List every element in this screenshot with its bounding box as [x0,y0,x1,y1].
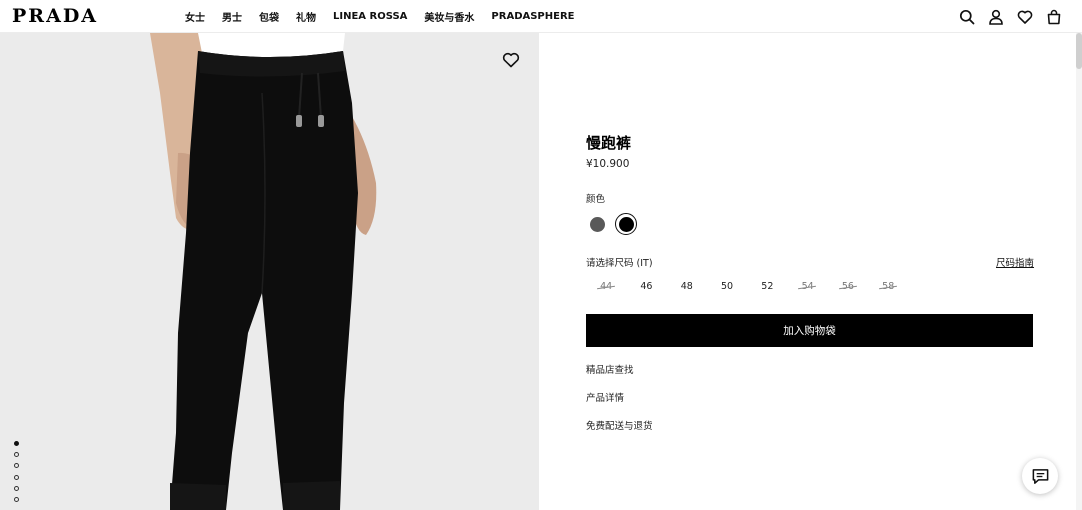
color-swatches [586,213,644,235]
size-option[interactable]: 52 [747,280,787,293]
product-price: ¥10.900 [586,158,630,170]
gallery-dot[interactable] [14,496,19,502]
nav-item-women[interactable]: 女士 [185,9,205,24]
product-image-gallery[interactable] [0,33,539,510]
gallery-dot[interactable] [14,474,19,480]
site-header: PRADA 女士 男士 包袋 礼物 LINEA ROSSA 美妆与香水 PRAD… [0,0,1082,33]
gallery-dot[interactable] [14,441,19,446]
chat-button[interactable] [1022,458,1058,494]
store-locator-link[interactable]: 精品店查找 [586,362,634,376]
color-swatch[interactable] [586,213,608,235]
size-option[interactable]: 54 [787,280,827,293]
size-option[interactable]: 56 [828,280,868,293]
gallery-dot[interactable] [14,463,19,469]
product-photo [0,33,539,510]
size-option[interactable]: 48 [667,280,707,293]
scrollbar-thumb[interactable] [1076,33,1082,69]
product-details: 慢跑裤 ¥10.900 颜色 请选择尺码 (IT) 尺码指南 44 46 48 50 5… [539,33,1082,510]
color-swatch[interactable] [615,213,637,235]
color-swatch-fill [618,216,634,232]
size-label: 请选择尺码 (IT) [586,258,653,269]
size-option[interactable]: 44 [586,280,626,293]
search-icon[interactable] [959,9,975,25]
nav-item-gifts[interactable]: 礼物 [296,9,316,24]
nav-item-pradasphere[interactable]: PRADASPHERE [491,11,574,22]
nav-item-linea-rossa[interactable]: LINEA ROSSA [333,11,407,22]
size-option[interactable]: 46 [626,280,666,293]
wishlist-icon[interactable] [1017,9,1033,25]
chat-icon [1032,468,1048,484]
header-actions [946,0,1062,33]
gallery-pagination [14,441,22,508]
nav-item-beauty[interactable]: 美妆与香水 [424,9,474,24]
color-label: 颜色 [586,194,606,205]
add-to-bag-button[interactable]: 加入购物袋 [586,314,1033,347]
size-option[interactable]: 58 [868,280,908,293]
size-guide-link[interactable]: 尺码指南 [996,255,1034,269]
prada-logo[interactable]: PRADA [12,5,98,27]
gallery-dot[interactable] [14,485,19,491]
nav-item-men[interactable]: 男士 [222,9,242,24]
gallery-dot[interactable] [14,452,19,458]
size-option[interactable]: 50 [707,280,747,293]
scrollbar[interactable] [1076,33,1082,510]
shipping-returns-link[interactable]: 免费配送与退货 [586,418,653,432]
main-nav: 女士 男士 包袋 礼物 LINEA ROSSA 美妆与香水 PRADASPHER… [185,0,592,33]
size-selector: 44 46 48 50 52 54 56 58 [586,280,908,293]
add-to-wishlist-icon[interactable] [502,51,520,69]
product-title: 慢跑裤 [586,134,632,152]
product-details-link[interactable]: 产品详情 [586,390,624,404]
nav-item-bags[interactable]: 包袋 [259,9,279,24]
shopping-bag-icon[interactable] [1046,9,1062,25]
account-icon[interactable] [988,9,1004,25]
color-swatch-fill [589,216,605,232]
